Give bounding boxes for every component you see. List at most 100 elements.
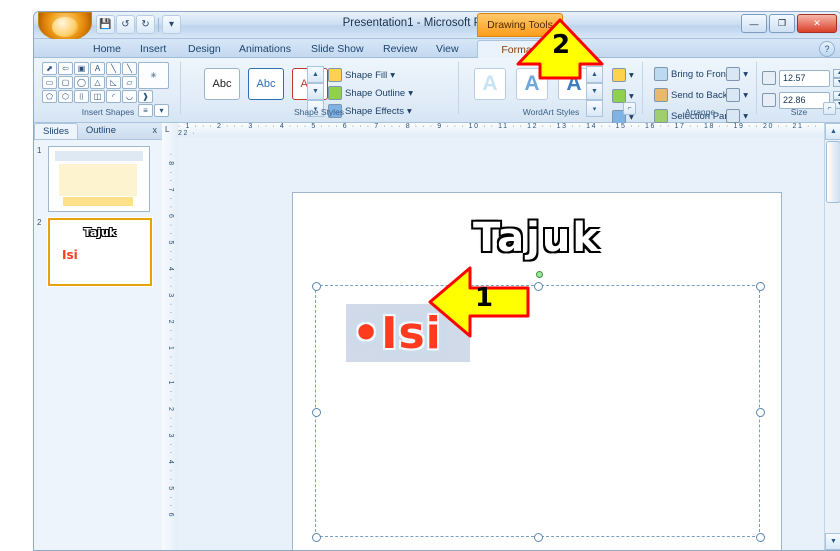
tab-slide-show[interactable]: Slide Show [302,40,373,57]
shape-height-control[interactable]: 12.57 ▴▾ [762,69,840,87]
tab-review[interactable]: Review [374,40,426,57]
text-outline-caret-icon[interactable]: ▾ [629,91,634,102]
slide-title-text[interactable]: Tajuk [293,215,781,261]
text-fill-caret-icon[interactable]: ▾ [629,70,634,81]
shape-oval-icon[interactable]: ◯ [74,76,89,89]
slides-pane-tabs: Slides Outline x [34,123,162,140]
shape-scribble-icon[interactable]: ✳ [138,62,169,89]
handle-bottom-center[interactable] [534,533,543,542]
ribbon-divider-2 [458,62,459,114]
scroll-up-icon[interactable]: ▲ [825,123,840,140]
content-placeholder[interactable]: •Isi [312,282,765,542]
height-icon [762,71,776,85]
scroll-down-icon[interactable]: ▼ [825,533,840,550]
scrollbar-thumb[interactable] [826,141,840,203]
send-to-back-label: Send to Back [671,89,728,101]
bring-to-front-label: Bring to Front [671,68,729,80]
tab-home[interactable]: Home [84,40,130,57]
shape-rounded-icon[interactable]: ▢ [58,76,73,89]
tab-slides[interactable]: Slides [34,123,78,139]
handle-top-right[interactable] [756,282,765,291]
shape-right-tri-icon[interactable]: ◺ [106,76,121,89]
handle-top-center[interactable] [534,282,543,291]
height-down-icon[interactable]: ▾ [833,78,840,87]
group-label-size: Size [790,107,808,117]
handle-middle-left[interactable] [312,408,321,417]
shape-line-icon[interactable]: ╲ [106,62,121,75]
width-icon [762,93,776,107]
handle-bottom-left[interactable] [312,533,321,542]
vertical-ruler: L · 8 · · 7 · · 6 · · 5 · · 4 · · 3 · · … [162,123,179,550]
handle-top-left[interactable] [312,282,321,291]
shape-style-preview-1[interactable]: Abc [204,68,240,100]
shape-arc-icon[interactable]: ◜ [106,90,121,103]
shape-style-scroll-up-icon[interactable]: ▲ [307,66,324,83]
height-spinner[interactable]: ▴▾ [833,69,840,87]
title-bar: 💾 ↺ ↻ ▾ Presentation1 - Microsoft PowerP… [34,12,840,41]
maximize-button[interactable]: ❐ [769,14,795,33]
tab-outline[interactable]: Outline [78,123,124,139]
rotate-handle-title[interactable] [536,271,543,278]
wordart-scroll-down-icon[interactable]: ▼ [586,83,603,100]
handle-bottom-right[interactable] [756,533,765,542]
bullet-glyph: • [352,308,382,359]
close-pane-icon[interactable]: x [153,123,163,139]
shape-fill-button[interactable]: Shape Fill ▾ [324,66,417,84]
thumbnail-item-1[interactable]: 1 [37,146,158,212]
shape-hexagon-icon[interactable]: ⬡ [58,90,73,103]
tab-insert[interactable]: Insert [131,40,175,57]
minimize-button[interactable]: — [741,14,767,33]
shape-rect-icon[interactable]: ▭ [42,76,57,89]
shape-outline-button[interactable]: Shape Outline ▾ [324,84,417,102]
shape-style-preview-2[interactable]: Abc [248,68,284,100]
help-icon[interactable]: ? [819,41,835,57]
handle-middle-right[interactable] [756,408,765,417]
shape-arrows-icon[interactable]: ⇦ [58,62,73,75]
ruler-corner-marker: L [165,125,170,134]
tab-view[interactable]: View [427,40,468,57]
align-caret-icon[interactable]: ▾ [743,69,748,80]
ribbon: ⬈ ⇦ ▣ A ╲ ╲ ✳ ▭ ▢ ◯ △ ◺ ▱ ⬠ ⬡ ⌷ ◫ ◜ ◡ ❱ [34,58,840,124]
thumbnail-item-2[interactable]: 2 Tajuk Isi [37,218,158,286]
shape-style-scroll-down-icon[interactable]: ▼ [307,83,324,100]
callout-arrow-2 [516,18,604,80]
shape-triangle-icon[interactable]: △ [90,76,105,89]
shape-arrow-icon[interactable]: ⬈ [42,62,57,75]
text-fill-button[interactable]: ▾ [608,66,638,84]
width-up-icon[interactable]: ▴ [833,91,840,100]
ribbon-divider-3 [642,62,643,114]
callout-number-2: 2 [552,30,571,60]
text-fill-icon [612,68,626,82]
thumbnail-slide-1[interactable] [48,146,150,212]
group-button[interactable]: ▾ [722,86,752,104]
slide-canvas[interactable]: Tajuk •Isi [178,137,825,550]
ribbon-tab-row: Home Insert Design Animations Slide Show… [34,39,840,58]
height-field[interactable]: 12.57 [779,69,830,87]
thumbnail-slide-2[interactable]: Tajuk Isi [48,218,152,286]
slide-surface[interactable]: Tajuk •Isi [292,192,782,550]
shape-box-icon[interactable]: ▣ [74,62,89,75]
thumbnail-title-2: Tajuk [83,226,117,239]
shape-pentagon-icon[interactable]: ⬠ [42,90,57,103]
shape-text-icon[interactable]: A [90,62,105,75]
group-caret-icon[interactable]: ▾ [743,90,748,101]
group-label-arrange: Arrange [684,107,716,117]
tab-design[interactable]: Design [179,40,230,57]
shape-chevron-icon[interactable]: ❱ [138,90,153,103]
shape-cube-icon[interactable]: ◫ [90,90,105,103]
height-up-icon[interactable]: ▴ [833,69,840,78]
shape-outline-caret-icon[interactable]: ▾ [408,88,413,99]
shape-parallelogram-icon[interactable]: ▱ [122,76,137,89]
vertical-scrollbar[interactable]: ▲ ▼ [824,123,840,550]
tab-animations[interactable]: Animations [230,40,300,57]
shape-cylinder-icon[interactable]: ⌷ [74,90,89,103]
shape-curve-icon[interactable]: ◡ [122,90,137,103]
text-outline-icon [612,89,626,103]
shape-fill-caret-icon[interactable]: ▾ [390,70,395,81]
pen-outline-icon [328,86,342,100]
close-button[interactable]: ✕ [797,14,837,33]
group-icon [726,88,741,102]
group-insert-shapes: ⬈ ⇦ ▣ A ╲ ╲ ✳ ▭ ▢ ◯ △ ◺ ▱ ⬠ ⬡ ⌷ ◫ ◜ ◡ ❱ [38,60,178,117]
shape-line2-icon[interactable]: ╲ [122,62,137,75]
align-button[interactable]: ▾ [722,65,752,83]
